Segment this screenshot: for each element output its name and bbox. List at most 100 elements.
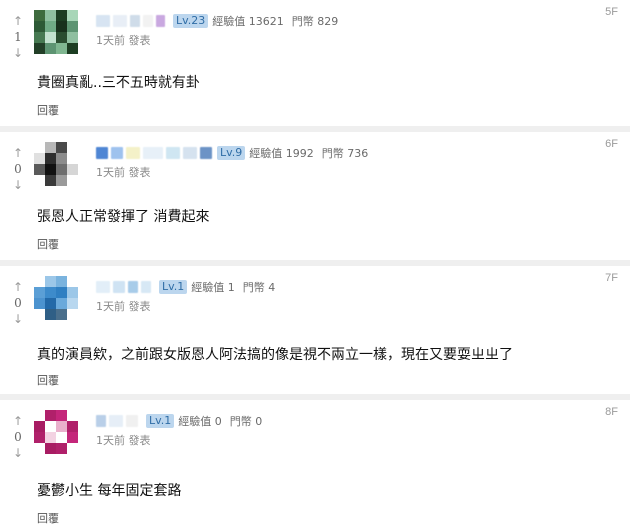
posted-label: 發表 — [128, 34, 151, 47]
reply-button[interactable]: 回覆 — [37, 510, 59, 526]
upvote-icon[interactable]: ↑ — [8, 414, 28, 428]
comment-text: 貴圈真亂..三不五時就有卦 — [37, 75, 200, 91]
avatar[interactable] — [34, 10, 78, 54]
username-blurred[interactable] — [200, 147, 212, 159]
avatar-pixel — [34, 32, 45, 43]
avatar-pixel — [34, 443, 45, 454]
avatar-pixel — [56, 276, 67, 287]
username-blurred[interactable] — [143, 147, 163, 159]
level-badge[interactable]: Lv.23 — [173, 14, 209, 28]
username-blurred[interactable] — [143, 15, 153, 27]
username-blurred[interactable] — [126, 147, 140, 159]
avatar-pixel — [67, 287, 78, 298]
reply-button[interactable]: 回覆 — [37, 236, 59, 252]
comment-card: ↑ 0 ↓ Lv.1 經驗值 0 門幣 0 1天前 發表 8F 憂鬱小生 每年固… — [0, 400, 630, 532]
comment-text: 真的演員欸，之前跟女版恩人阿法搞的像是視不兩立一樣，現在又要耍ㄓㄓ了 — [37, 347, 513, 363]
avatar-pixel — [67, 175, 78, 186]
floor-number: 5F — [605, 6, 618, 18]
avatar-pixel — [45, 10, 56, 21]
comment-card: ↑ 0 ↓ Lv.1 經驗值 1 門幣 4 1天前 發表 7F 真的演員欸，之前… — [0, 266, 630, 394]
avatar-pixel — [56, 410, 67, 421]
avatar-pixel — [67, 10, 78, 21]
exp-value: 經驗值 1 — [191, 281, 235, 294]
level-badge[interactable]: Lv.1 — [159, 280, 188, 294]
avatar-pixel — [45, 164, 56, 175]
username-blurred[interactable] — [113, 15, 127, 27]
exp-value: 經驗值 0 — [178, 415, 222, 428]
avatar-pixel — [67, 443, 78, 454]
username-blurred[interactable] — [128, 281, 138, 293]
exp-value: 經驗值 1992 — [249, 147, 314, 160]
avatar-pixel — [34, 410, 45, 421]
avatar[interactable] — [34, 276, 78, 320]
reply-button[interactable]: 回覆 — [37, 102, 59, 118]
username-blurred[interactable] — [96, 147, 108, 159]
avatar-pixel — [67, 21, 78, 32]
avatar-pixel — [56, 21, 67, 32]
level-badge[interactable]: Lv.1 — [146, 414, 175, 428]
upvote-icon[interactable]: ↑ — [8, 14, 28, 28]
avatar-pixel — [67, 432, 78, 443]
post-time: 1天前 發表 — [96, 32, 151, 48]
reply-button[interactable]: 回覆 — [37, 372, 59, 388]
time-ago: 1天前 — [96, 166, 125, 179]
downvote-icon[interactable]: ↓ — [8, 178, 28, 192]
avatar-pixel — [34, 153, 45, 164]
vote-widget: ↑ 0 ↓ — [8, 146, 28, 192]
username-blurred[interactable] — [96, 415, 106, 427]
coins-value: 門幣 4 — [242, 281, 276, 294]
avatar[interactable] — [34, 142, 78, 186]
upvote-icon[interactable]: ↑ — [8, 146, 28, 160]
coins-value: 門幣 0 — [229, 415, 263, 428]
avatar-pixel — [56, 175, 67, 186]
exp-value: 經驗值 13621 — [212, 15, 284, 28]
vote-score: 0 — [14, 162, 22, 176]
avatar-pixel — [67, 142, 78, 153]
avatar-pixel — [45, 32, 56, 43]
avatar-pixel — [45, 276, 56, 287]
upvote-icon[interactable]: ↑ — [8, 280, 28, 294]
avatar-pixel — [34, 298, 45, 309]
avatar-pixel — [67, 43, 78, 54]
avatar-pixel — [34, 287, 45, 298]
avatar-pixel — [45, 153, 56, 164]
avatar-pixel — [56, 309, 67, 320]
avatar-pixel — [45, 175, 56, 186]
downvote-icon[interactable]: ↓ — [8, 46, 28, 60]
vote-widget: ↑ 0 ↓ — [8, 280, 28, 326]
avatar-pixel — [45, 432, 56, 443]
posted-label: 發表 — [128, 300, 151, 313]
avatar-pixel — [34, 432, 45, 443]
username-blurred[interactable] — [130, 15, 140, 27]
username-blurred[interactable] — [166, 147, 180, 159]
post-time: 1天前 發表 — [96, 432, 151, 448]
username-blurred[interactable] — [109, 415, 123, 427]
downvote-icon[interactable]: ↓ — [8, 446, 28, 460]
avatar-pixel — [34, 175, 45, 186]
avatar-pixel — [34, 421, 45, 432]
vote-widget: ↑ 1 ↓ — [8, 14, 28, 60]
username-blurred[interactable] — [183, 147, 197, 159]
avatar-pixel — [67, 153, 78, 164]
time-ago: 1天前 — [96, 300, 125, 313]
gender-icon — [156, 15, 165, 27]
comment-card: ↑ 1 ↓ Lv.23 經驗值 13621 門幣 829 1天前 發表 5F 貴… — [0, 0, 630, 126]
username-blurred[interactable] — [113, 281, 125, 293]
username-blurred[interactable] — [96, 281, 110, 293]
avatar-pixel — [67, 32, 78, 43]
avatar-pixel — [67, 421, 78, 432]
avatar-pixel — [56, 443, 67, 454]
avatar-pixel — [45, 21, 56, 32]
username-blurred[interactable] — [96, 15, 110, 27]
username-blurred[interactable] — [126, 415, 138, 427]
time-ago: 1天前 — [96, 34, 125, 47]
avatar-pixel — [67, 309, 78, 320]
post-time: 1天前 發表 — [96, 298, 151, 314]
avatar-pixel — [56, 298, 67, 309]
username-blurred[interactable] — [141, 281, 151, 293]
level-badge[interactable]: Lv.9 — [217, 146, 246, 160]
username-blurred[interactable] — [111, 147, 123, 159]
downvote-icon[interactable]: ↓ — [8, 312, 28, 326]
coins-value: 門幣 736 — [321, 147, 369, 160]
avatar[interactable] — [34, 410, 78, 454]
